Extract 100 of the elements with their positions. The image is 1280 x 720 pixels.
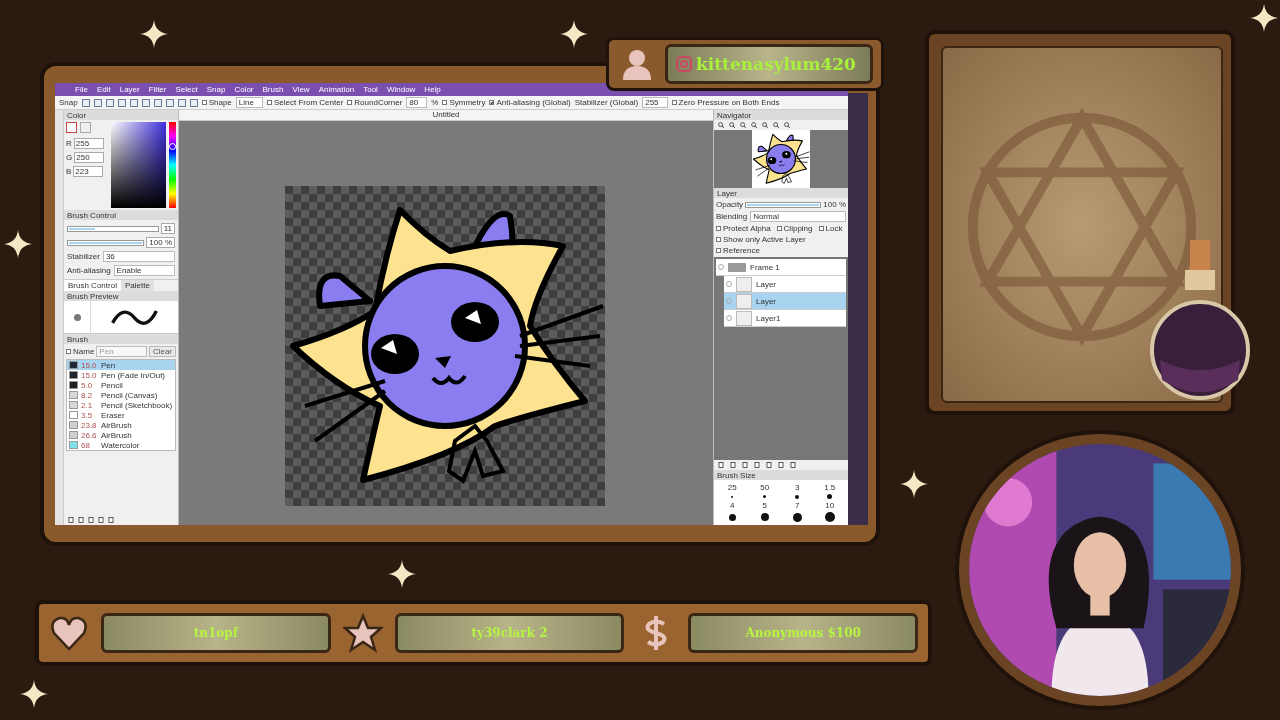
field-label: R [66, 139, 72, 148]
menu-item[interactable]: Snap [206, 85, 226, 94]
checkbox[interactable] [201, 100, 207, 105]
size-label: 3 [795, 483, 800, 492]
checkbox[interactable] [716, 237, 721, 242]
menu-item[interactable]: Window [386, 85, 416, 94]
panel-tab[interactable]: Brush Control [64, 280, 121, 291]
checkbox[interactable] [347, 100, 353, 105]
star-icon [342, 613, 383, 653]
checkbox[interactable] [776, 226, 782, 231]
clear-button[interactable]: Clear [148, 346, 176, 357]
zoom-icon[interactable] [773, 122, 779, 128]
value-field[interactable]: 250 [74, 152, 105, 163]
field-label: G [66, 153, 73, 162]
preset-row[interactable]: 3.5 Eraser [67, 410, 175, 420]
size-label: 7 [795, 501, 800, 510]
brush-dot[interactable] [792, 512, 802, 522]
background-swatch[interactable] [80, 122, 91, 133]
checkbox-label: Reference [723, 246, 760, 255]
preset-row[interactable]: 23.8 AirBrush [67, 420, 175, 430]
menu-item[interactable]: Help [424, 85, 441, 94]
layer-row[interactable]: Layer [724, 293, 846, 310]
menu-item[interactable]: File [75, 85, 88, 94]
menu-item[interactable]: Animation [318, 85, 355, 94]
hue-slider[interactable] [169, 122, 176, 208]
value-field[interactable]: 223 [73, 166, 104, 177]
color-square[interactable] [111, 122, 166, 208]
checkbox[interactable] [489, 100, 495, 105]
dropdown[interactable]: Enable [113, 265, 175, 276]
foreground-swatch[interactable] [66, 122, 77, 133]
checkbox-label: Symmetry [449, 98, 486, 107]
menu-item[interactable]: Color [234, 85, 254, 94]
preset-row[interactable]: 15.0 Pen (Fade In/Out) [67, 370, 175, 380]
menu-item[interactable]: Layer [119, 85, 140, 94]
checkbox[interactable] [671, 100, 677, 105]
panel-title: Brush Control [67, 210, 116, 220]
checkbox[interactable] [716, 248, 721, 253]
value-field[interactable]: 11 [160, 223, 175, 234]
checkbox[interactable] [818, 226, 824, 231]
preset-row[interactable]: 26.6 AirBrush [67, 430, 175, 440]
layer-row[interactable]: Layer1 [724, 310, 846, 327]
brush-size: 26.6 [81, 430, 98, 440]
brush-dot[interactable] [728, 513, 736, 521]
zoom-icon[interactable] [762, 122, 768, 128]
menu-item[interactable]: Tool [363, 85, 378, 94]
dropdown[interactable]: Line [235, 97, 263, 108]
panel-title: Brush Preview [67, 291, 119, 301]
panel-title: Color [67, 110, 87, 120]
brush-dot[interactable] [824, 512, 835, 522]
preset-row[interactable]: 2.1 Pencil (Sketchbook) [67, 400, 175, 410]
panel-title: Navigator [717, 110, 752, 120]
checkbox[interactable] [66, 349, 71, 354]
checkbox-label: Name [73, 347, 95, 356]
zoom-icon[interactable] [718, 122, 724, 128]
brush-name: Eraser [101, 410, 125, 420]
layer-name: Layer1 [756, 313, 781, 323]
dropdown[interactable]: 80 [406, 97, 428, 108]
layer-name: Layer [756, 296, 776, 306]
panel-tab[interactable]: Palette [120, 280, 154, 291]
value-field[interactable]: 100 % [146, 237, 175, 248]
zoom-icon[interactable] [751, 122, 757, 128]
field-label: B [66, 167, 72, 176]
preset-row[interactable]: 8.2 Pencil (Canvas) [67, 390, 175, 400]
sparkle-icon [388, 560, 416, 588]
menu-item[interactable]: Brush [262, 85, 284, 94]
dropdown[interactable]: 36 [102, 251, 175, 262]
value-field[interactable]: 255 [73, 138, 104, 149]
dropdown[interactable]: 255 [642, 97, 668, 108]
sparkle-icon [1250, 4, 1278, 32]
checkbox[interactable] [716, 226, 721, 231]
supporter-name: tn1opf [193, 626, 238, 640]
menu-item[interactable]: Edit [96, 85, 111, 94]
brush-dot[interactable] [760, 513, 769, 521]
brush-size: 3.5 [81, 410, 94, 420]
layer-thumbnail [736, 310, 752, 326]
toolbar-label: Stabilizer (Global) [574, 98, 639, 107]
brush-dot[interactable] [795, 494, 800, 499]
brush-dot[interactable] [827, 494, 833, 499]
dropdown[interactable]: Normal [750, 211, 846, 222]
preset-row[interactable]: 5.0 Pencil [67, 380, 175, 390]
brush-size: 5.0 [81, 380, 94, 390]
menu-item[interactable]: Select [175, 85, 198, 94]
menu-item[interactable]: Filter [148, 85, 167, 94]
zoom-icon[interactable] [784, 122, 790, 128]
checkbox-label: Anti-aliasing (Global) [496, 98, 571, 107]
preset-row[interactable]: 68 Watercolor [67, 440, 175, 450]
panel-title: Brush [67, 334, 88, 344]
checkbox[interactable] [442, 100, 448, 105]
sparkle-icon [4, 230, 32, 258]
menu-item[interactable]: View [292, 85, 310, 94]
layer-row[interactable]: Frame 1 [716, 259, 846, 276]
zoom-icon[interactable] [740, 122, 746, 128]
preset-row[interactable]: 15.0 Pen [67, 360, 175, 370]
checkbox[interactable] [266, 100, 272, 105]
zoom-icon[interactable] [729, 122, 735, 128]
name-field[interactable]: Pen [96, 346, 147, 357]
brush-name: Watercolor [101, 440, 140, 450]
layer-name: Layer [756, 279, 776, 289]
layer-row[interactable]: Layer [724, 276, 846, 293]
brush-dot[interactable] [763, 495, 767, 498]
